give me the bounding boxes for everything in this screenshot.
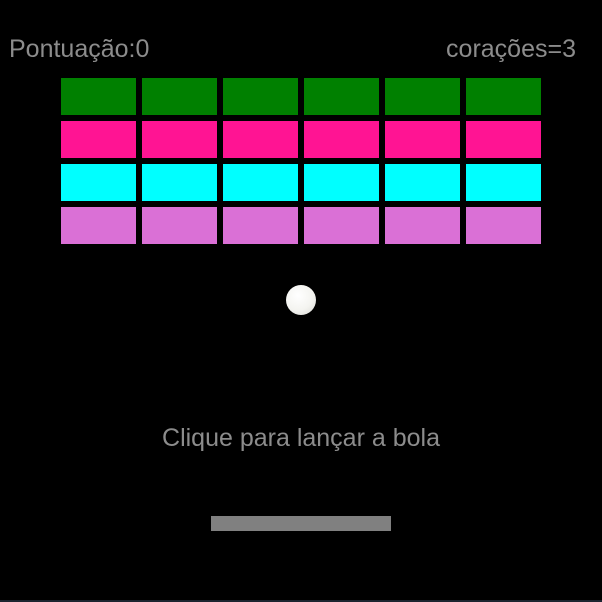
paddle[interactable]: [211, 516, 391, 531]
brick-wall: [61, 78, 542, 244]
brick: [142, 121, 217, 158]
brick: [223, 121, 298, 158]
brick: [61, 78, 136, 115]
brick: [61, 121, 136, 158]
brick: [61, 164, 136, 201]
brick: [142, 78, 217, 115]
brick: [466, 164, 541, 201]
ball: [286, 285, 316, 315]
score-label: Pontuação:0: [9, 35, 150, 63]
brick: [142, 164, 217, 201]
game-canvas[interactable]: Pontuação:0 corações=3 Clique para lança…: [0, 0, 602, 602]
brick: [304, 164, 379, 201]
brick: [304, 78, 379, 115]
brick: [466, 207, 541, 244]
brick: [385, 121, 460, 158]
lives-label: corações=3: [446, 35, 576, 63]
brick: [223, 207, 298, 244]
brick: [61, 207, 136, 244]
brick: [385, 164, 460, 201]
brick: [304, 121, 379, 158]
brick: [466, 121, 541, 158]
brick: [385, 207, 460, 244]
brick: [223, 78, 298, 115]
brick: [385, 78, 460, 115]
brick: [304, 207, 379, 244]
launch-prompt: Clique para lançar a bola: [162, 424, 440, 452]
brick: [466, 78, 541, 115]
brick: [223, 164, 298, 201]
brick: [142, 207, 217, 244]
